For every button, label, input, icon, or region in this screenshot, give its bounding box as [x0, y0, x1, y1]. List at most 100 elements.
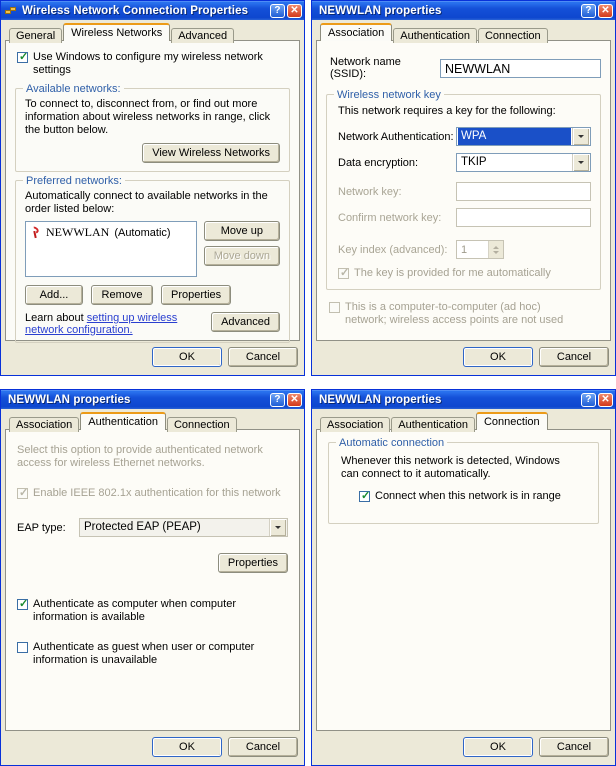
list-item-name: NEWWLAN: [46, 225, 110, 239]
network-key-row: Network key:: [338, 182, 591, 201]
tab-wireless-networks[interactable]: Wireless Networks: [63, 23, 171, 41]
key-index-stepper: 1: [456, 240, 504, 259]
ok-button[interactable]: OK: [463, 737, 533, 757]
close-button[interactable]: ✕: [287, 3, 302, 18]
data-encryption-combo[interactable]: TKIP: [456, 153, 591, 172]
tab-strip: Association Authentication Connection: [316, 412, 611, 432]
connect-in-range-checkbox-row[interactable]: ✓ Connect when this network is in range: [359, 490, 588, 503]
window-body: Association Authentication Connection Se…: [1, 409, 304, 765]
network-authentication-value: WPA: [458, 128, 571, 145]
connect-in-range-checkbox[interactable]: ✓: [359, 491, 370, 502]
authenticate-as-computer-label: Authenticate as computer when computer i…: [33, 598, 237, 623]
chevron-down-icon[interactable]: [269, 519, 286, 536]
ssid-input[interactable]: NEWWLAN: [440, 58, 601, 78]
automatic-connection-legend: Automatic connection: [336, 437, 448, 449]
advanced-button[interactable]: Advanced: [211, 312, 280, 332]
tab-association[interactable]: Association: [320, 417, 391, 432]
move-down-button: Move down: [203, 246, 280, 266]
tab-connection[interactable]: Connection: [475, 412, 548, 430]
data-encryption-row: Data encryption: TKIP: [338, 153, 591, 172]
list-item-mode: (Automatic): [114, 226, 171, 239]
tab-authentication[interactable]: Authentication: [393, 28, 477, 43]
ok-button[interactable]: OK: [152, 347, 222, 367]
stepper-arrows-icon: [488, 241, 503, 258]
data-encryption-label: Data encryption:: [338, 156, 419, 169]
wireless-network-key-group: Wireless network key This network requir…: [326, 89, 601, 290]
enable-8021x-checkbox-row: ✓ Enable IEEE 802.1x authentication for …: [17, 487, 288, 500]
help-button[interactable]: ?: [270, 392, 285, 407]
tab-advanced[interactable]: Advanced: [171, 28, 235, 43]
cancel-button[interactable]: Cancel: [539, 737, 609, 757]
automatic-connection-group: Automatic connection Whenever this netwo…: [328, 437, 599, 524]
authenticate-as-computer-checkbox-row[interactable]: ✓ Authenticate as computer when computer…: [17, 598, 288, 624]
window-title: NEWWLAN properties: [319, 393, 442, 406]
eap-properties-button[interactable]: Properties: [217, 553, 288, 573]
use-windows-checkbox-row[interactable]: ✓ Use Windows to configure my wireless n…: [17, 51, 290, 77]
preferred-networks-list[interactable]: NEWWLAN (Automatic): [25, 221, 197, 277]
titlebar[interactable]: NEWWLAN properties ? ✕: [312, 1, 615, 20]
tab-strip: Association Authentication Connection: [316, 23, 611, 43]
help-button[interactable]: ?: [581, 3, 596, 18]
cancel-button[interactable]: Cancel: [228, 737, 298, 757]
preferred-networks-description: Automatically connect to available netwo…: [25, 190, 268, 215]
eap-type-combo[interactable]: Protected EAP (PEAP): [79, 518, 288, 537]
tab-association[interactable]: Association: [320, 23, 393, 41]
auto-key-checkbox-row: ✓ The key is provided for me automatical…: [338, 267, 591, 280]
eap-type-value: Protected EAP (PEAP): [84, 521, 201, 533]
authenticate-as-guest-checkbox-row[interactable]: Authenticate as guest when user or compu…: [17, 641, 288, 667]
tab-connection[interactable]: Connection: [477, 28, 548, 43]
cancel-button[interactable]: Cancel: [228, 347, 298, 367]
help-button[interactable]: ?: [581, 392, 596, 407]
network-authentication-label: Network Authentication:: [338, 130, 454, 143]
tab-connection[interactable]: Connection: [166, 417, 237, 432]
ssid-label: Network name (SSID):: [330, 56, 401, 80]
titlebar[interactable]: NEWWLAN properties ? ✕: [312, 390, 615, 409]
use-windows-checkbox[interactable]: ✓: [17, 52, 28, 63]
confirm-network-key-label: Confirm network key:: [338, 211, 442, 224]
cancel-button[interactable]: Cancel: [539, 347, 609, 367]
properties-button[interactable]: Properties: [161, 285, 232, 305]
titlebar[interactable]: Wireless Network Connection Properties ?…: [1, 1, 304, 20]
window-newwlan-properties-association: NEWWLAN properties ? ✕ Association Authe…: [311, 0, 616, 376]
eap-type-label: EAP type:: [17, 521, 66, 534]
learn-about-text: Learn about: [25, 312, 87, 324]
window-title: NEWWLAN properties: [319, 4, 442, 17]
automatic-connection-description: Whenever this network is detected, Windo…: [341, 455, 560, 480]
move-up-button[interactable]: Move up: [203, 221, 280, 241]
confirm-network-key-input: [456, 208, 591, 227]
tab-authentication[interactable]: Authentication: [80, 412, 166, 430]
use-windows-checkbox-label: Use Windows to configure my wireless net…: [33, 51, 263, 76]
close-button[interactable]: ✕: [598, 392, 613, 407]
ssid-row: Network name (SSID): NEWWLAN: [330, 56, 601, 80]
add-button[interactable]: Add...: [25, 285, 83, 305]
ok-button[interactable]: OK: [152, 737, 222, 757]
authenticate-as-guest-label: Authenticate as guest when user or compu…: [33, 641, 255, 666]
auto-key-checkbox: ✓: [338, 267, 350, 279]
key-index-label: Key index (advanced):: [338, 243, 448, 256]
window-body: General Wireless Networks Advanced ✓ Use…: [1, 20, 304, 375]
key-index-row: Key index (advanced): 1: [338, 240, 591, 259]
window-newwlan-properties-connection: NEWWLAN properties ? ✕ Association Authe…: [311, 389, 616, 766]
help-button[interactable]: ?: [270, 3, 285, 18]
close-button[interactable]: ✕: [598, 3, 613, 18]
remove-button[interactable]: Remove: [91, 285, 153, 305]
preferred-networks-group: Preferred networks: Automatically connec…: [15, 175, 290, 343]
list-item[interactable]: NEWWLAN (Automatic): [26, 222, 196, 240]
close-button[interactable]: ✕: [287, 392, 302, 407]
tab-authentication[interactable]: Authentication: [391, 417, 475, 432]
chevron-down-icon[interactable]: [572, 154, 589, 171]
ok-button[interactable]: OK: [463, 347, 533, 367]
window-newwlan-properties-authentication: NEWWLAN properties ? ✕ Association Authe…: [0, 389, 305, 766]
view-wireless-networks-button[interactable]: View Wireless Networks: [142, 143, 280, 163]
authentication-description: Select this option to provide authentica…: [17, 444, 263, 469]
tab-association[interactable]: Association: [9, 417, 80, 432]
titlebar[interactable]: NEWWLAN properties ? ✕: [1, 390, 304, 409]
tab-page-connection: Automatic connection Whenever this netwo…: [316, 429, 611, 731]
authenticate-as-computer-checkbox[interactable]: ✓: [17, 599, 28, 610]
authenticate-as-guest-checkbox[interactable]: [17, 642, 28, 653]
chevron-down-icon[interactable]: [572, 128, 589, 145]
adhoc-checkbox-row: This is a computer-to-computer (ad hoc) …: [329, 301, 601, 327]
network-authentication-combo[interactable]: WPA: [456, 127, 591, 146]
tab-general[interactable]: General: [9, 28, 63, 43]
dialog-button-bar: OK Cancel: [316, 737, 609, 759]
